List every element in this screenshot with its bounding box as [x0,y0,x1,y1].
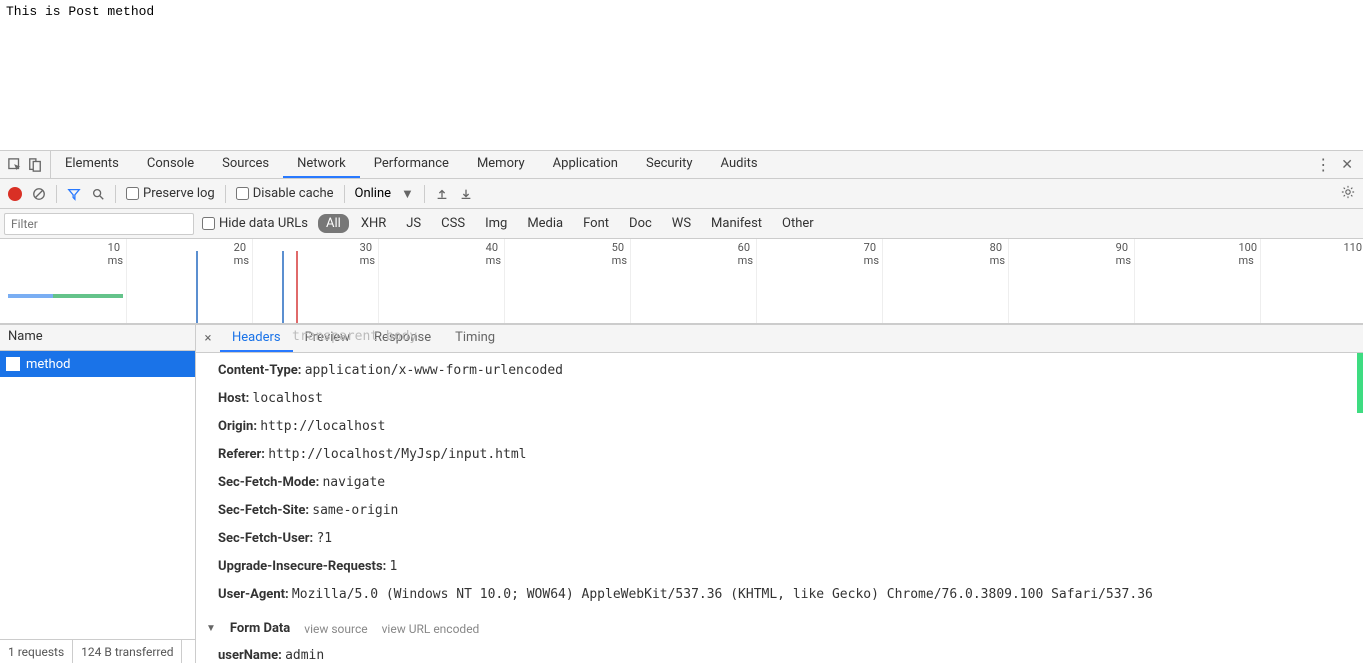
tab-elements[interactable]: Elements [51,151,133,178]
detail-body[interactable]: transparent body Content-Type: applicati… [196,353,1363,663]
filter-type-js[interactable]: JS [398,214,429,233]
record-button[interactable] [8,187,22,201]
filter-type-doc[interactable]: Doc [621,214,660,233]
view-source-link[interactable]: view source [304,622,367,636]
tab-performance[interactable]: Performance [360,151,463,178]
section-title: Form Data [230,621,290,636]
detail-tab-response[interactable]: Response [362,325,443,352]
form-data-row: userName: admin [196,642,1363,663]
request-name: method [26,357,70,372]
request-count: 1 requests [0,640,73,663]
timeline-marker [296,251,298,323]
inspect-icon[interactable] [8,158,22,172]
more-icon[interactable]: ⋮ [1315,155,1331,174]
tick-label: 50 ms [612,241,627,267]
filter-type-font[interactable]: Font [575,214,617,233]
request-list: Name method 1 requests 124 B transferred [0,325,196,663]
tick-label: 10 ms [108,241,123,267]
tick-label: 30 ms [360,241,375,267]
timeline-bar [8,294,53,298]
disable-cache-label: Disable cache [253,186,334,201]
tick-label: 70 ms [864,241,879,267]
request-list-footer: 1 requests 124 B transferred [0,639,195,663]
gear-icon[interactable] [1341,185,1355,199]
tick-label: 60 ms [738,241,753,267]
filter-type-manifest[interactable]: Manifest [703,214,770,233]
close-devtools-icon[interactable]: ✕ [1341,157,1353,173]
close-detail-icon[interactable]: × [196,331,220,346]
request-list-header[interactable]: Name [0,325,195,351]
network-timeline[interactable]: 10 ms 20 ms 30 ms 40 ms 50 ms 60 ms 70 m… [0,239,1363,324]
throttle-select[interactable]: Online [355,186,392,201]
tick-label: 80 ms [990,241,1005,267]
filter-type-media[interactable]: Media [519,214,571,233]
header-row: Sec-Fetch-User: ?1 [196,525,1363,553]
tick-label: 20 ms [234,241,249,267]
hide-data-urls-label: Hide data URLs [219,216,308,231]
hide-data-urls-checkbox[interactable]: Hide data URLs [202,216,308,231]
triangle-down-icon: ▼ [206,623,216,634]
header-row: Origin: http://localhost [196,413,1363,441]
filter-icon[interactable] [67,187,81,201]
form-data-section[interactable]: ▼ Form Data view source view URL encoded [196,615,1363,642]
header-row: Host: localhost [196,385,1363,413]
tab-sources[interactable]: Sources [208,151,283,178]
page-body-text: This is Post method [0,0,1363,23]
header-row: Upgrade-Insecure-Requests: 1 [196,553,1363,581]
tick-label: 90 ms [1116,241,1131,267]
view-url-encoded-link[interactable]: view URL encoded [382,622,480,636]
header-row: Sec-Fetch-Mode: navigate [196,469,1363,497]
header-row: User-Agent: Mozilla/5.0 (Windows NT 10.0… [196,581,1363,609]
tab-security[interactable]: Security [632,151,707,178]
upload-icon[interactable] [435,187,449,201]
header-row: Content-Type: application/x-www-form-url… [196,357,1363,385]
detail-tabbar: × Headers Preview Response Timing [196,325,1363,353]
filter-type-other[interactable]: Other [774,214,822,233]
tick-label: 110 [1343,241,1362,254]
scroll-indicator [1357,353,1363,413]
tab-console[interactable]: Console [133,151,208,178]
tab-network[interactable]: Network [283,151,360,178]
file-icon [6,357,20,371]
timeline-marker [282,251,284,323]
preserve-log-checkbox[interactable]: Preserve log [126,186,215,201]
filter-type-img[interactable]: Img [477,214,515,233]
search-icon[interactable] [91,187,105,201]
tab-memory[interactable]: Memory [463,151,539,178]
devtools-tabbar: Elements Console Sources Network Perform… [0,151,1363,179]
request-row[interactable]: method [0,351,195,377]
filter-type-css[interactable]: CSS [433,214,473,233]
devtools-panel: Elements Console Sources Network Perform… [0,150,1363,663]
header-row: Sec-Fetch-Site: same-origin [196,497,1363,525]
device-icon[interactable] [28,158,42,172]
detail-tab-preview[interactable]: Preview [293,325,362,352]
clear-icon[interactable] [32,187,46,201]
filter-type-xhr[interactable]: XHR [353,214,394,233]
network-filter-bar: Hide data URLs All XHR JS CSS Img Media … [0,209,1363,239]
download-icon[interactable] [459,187,473,201]
tick-label: 100 ms [1238,241,1257,267]
timeline-bar [53,294,123,298]
transferred-size: 124 B transferred [73,640,182,663]
tab-audits[interactable]: Audits [707,151,772,178]
network-toolbar: Preserve log Disable cache Online ▼ [0,179,1363,209]
tab-application[interactable]: Application [539,151,632,178]
filter-input[interactable] [4,213,194,235]
filter-type-ws[interactable]: WS [664,214,699,233]
header-row: Referer: http://localhost/MyJsp/input.ht… [196,441,1363,469]
disable-cache-checkbox[interactable]: Disable cache [236,186,334,201]
preserve-log-label: Preserve log [143,186,215,201]
dropdown-icon[interactable]: ▼ [401,186,414,202]
tick-label: 40 ms [486,241,501,267]
timeline-marker [196,251,198,323]
detail-tab-headers[interactable]: Headers [220,325,293,352]
filter-type-all[interactable]: All [318,214,349,233]
request-detail: × Headers Preview Response Timing transp… [196,325,1363,663]
detail-tab-timing[interactable]: Timing [443,325,507,352]
